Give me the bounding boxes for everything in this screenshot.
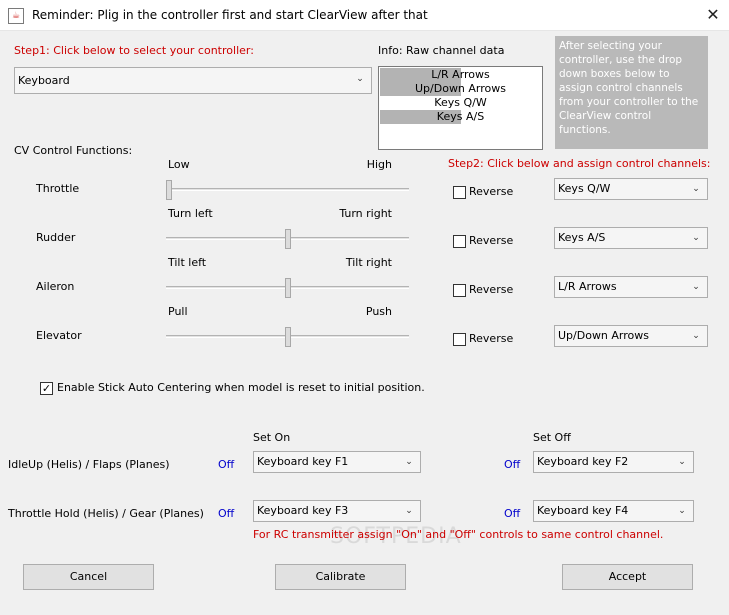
- set-on-select-1-value: Keyboard key F1: [257, 455, 349, 468]
- function-slider-thumb[interactable]: [285, 278, 291, 298]
- status-on-1: Off: [218, 458, 235, 471]
- reverse-checkbox[interactable]: [453, 333, 466, 346]
- channel-select[interactable]: Keys Q/W ⌄: [554, 178, 708, 200]
- function-slider-thumb[interactable]: [285, 327, 291, 347]
- function-slider-track[interactable]: [166, 188, 409, 191]
- slider-low-label: Turn left: [168, 207, 213, 220]
- chevron-down-icon: ⌄: [692, 184, 700, 194]
- raw-channel-row: L/R Arrows: [380, 68, 541, 82]
- slider-low-label: Pull: [168, 305, 188, 318]
- channel-select-value: L/R Arrows: [558, 280, 617, 293]
- raw-channel-row: Keys A/S: [380, 110, 541, 124]
- close-icon[interactable]: ✕: [700, 3, 726, 27]
- chevron-down-icon: ⌄: [692, 331, 700, 341]
- status-off-1: Off: [504, 458, 521, 471]
- set-off-select-2[interactable]: Keyboard key F4 ⌄: [533, 500, 694, 522]
- auto-center-checkbox[interactable]: ✓: [40, 382, 53, 395]
- set-on-label: Set On: [253, 431, 291, 444]
- cv-functions-label: CV Control Functions:: [14, 144, 133, 157]
- reverse-checkbox[interactable]: [453, 186, 466, 199]
- slider-high-label: Push: [365, 305, 392, 318]
- chevron-down-icon: ⌄: [692, 282, 700, 292]
- raw-channel-row: Keys Q/W: [380, 96, 541, 110]
- set-off-select-2-value: Keyboard key F4: [537, 504, 629, 517]
- java-app-icon: ☕: [8, 8, 24, 24]
- function-name: Rudder: [36, 231, 76, 244]
- function-name: Elevator: [36, 329, 82, 342]
- chevron-down-icon: ⌄: [405, 506, 413, 516]
- set-on-select-1[interactable]: Keyboard key F1 ⌄: [253, 451, 421, 473]
- switch-row-label: Throttle Hold (Helis) / Gear (Planes): [8, 507, 204, 520]
- reverse-checkbox[interactable]: [453, 235, 466, 248]
- raw-channel-label: Keys Q/W: [434, 96, 487, 109]
- chevron-down-icon: ⌄: [356, 74, 364, 84]
- raw-data-label: Info: Raw channel data: [378, 44, 505, 57]
- set-on-select-2-value: Keyboard key F3: [257, 504, 349, 517]
- reverse-label: Reverse: [469, 332, 514, 345]
- chevron-down-icon: ⌄: [678, 457, 686, 467]
- set-on-select-2[interactable]: Keyboard key F3 ⌄: [253, 500, 421, 522]
- reverse-label: Reverse: [469, 283, 514, 296]
- title-bar: ☕ Reminder: Plig in the controller first…: [0, 0, 729, 31]
- slider-low-label: Low: [168, 158, 190, 171]
- rc-note: For RC transmitter assign "On" and "Off"…: [253, 528, 664, 541]
- auto-center-label: Enable Stick Auto Centering when model i…: [57, 381, 425, 394]
- raw-channel-row: Up/Down Arrows: [380, 82, 541, 96]
- accept-button[interactable]: Accept: [562, 564, 693, 590]
- slider-high-label: Tilt right: [345, 256, 392, 269]
- function-name: Aileron: [36, 280, 75, 293]
- channel-select[interactable]: L/R Arrows ⌄: [554, 276, 708, 298]
- status-off-2: Off: [504, 507, 521, 520]
- controller-select[interactable]: Keyboard ⌄: [14, 67, 372, 94]
- switch-row-label: IdleUp (Helis) / Flaps (Planes): [8, 458, 170, 471]
- window-title: Reminder: Plig in the controller first a…: [32, 8, 428, 22]
- status-on-2: Off: [218, 507, 235, 520]
- info-panel: After selecting your controller, use the…: [555, 36, 708, 149]
- channel-select-value: Keys A/S: [558, 231, 606, 244]
- slider-high-label: High: [366, 158, 392, 171]
- set-off-label: Set Off: [533, 431, 571, 444]
- channel-select-value: Up/Down Arrows: [558, 329, 649, 342]
- step2-label: Step2: Click below and assign control ch…: [448, 157, 711, 170]
- controller-select-value: Keyboard: [18, 74, 70, 87]
- slider-low-label: Tilt left: [168, 256, 207, 269]
- cancel-button[interactable]: Cancel: [23, 564, 154, 590]
- chevron-down-icon: ⌄: [692, 233, 700, 243]
- reverse-label: Reverse: [469, 234, 514, 247]
- reverse-checkbox[interactable]: [453, 284, 466, 297]
- function-slider-thumb[interactable]: [166, 180, 172, 200]
- slider-high-label: Turn right: [339, 207, 392, 220]
- step1-label: Step1: Click below to select your contro…: [14, 44, 254, 57]
- calibrate-button[interactable]: Calibrate: [275, 564, 406, 590]
- channel-select-value: Keys Q/W: [558, 182, 611, 195]
- function-name: Throttle: [36, 182, 80, 195]
- reverse-label: Reverse: [469, 185, 514, 198]
- chevron-down-icon: ⌄: [405, 457, 413, 467]
- raw-channel-label: Keys A/S: [436, 110, 485, 123]
- chevron-down-icon: ⌄: [678, 506, 686, 516]
- channel-select[interactable]: Up/Down Arrows ⌄: [554, 325, 708, 347]
- function-slider-thumb[interactable]: [285, 229, 291, 249]
- raw-channel-label: Up/Down Arrows: [415, 82, 506, 95]
- raw-channel-label: L/R Arrows: [431, 68, 490, 81]
- set-off-select-1-value: Keyboard key F2: [537, 455, 629, 468]
- raw-channel-list: L/R Arrows Up/Down Arrows Keys Q/W Keys A/S: [378, 66, 543, 150]
- set-off-select-1[interactable]: Keyboard key F2 ⌄: [533, 451, 694, 473]
- channel-select[interactable]: Keys A/S ⌄: [554, 227, 708, 249]
